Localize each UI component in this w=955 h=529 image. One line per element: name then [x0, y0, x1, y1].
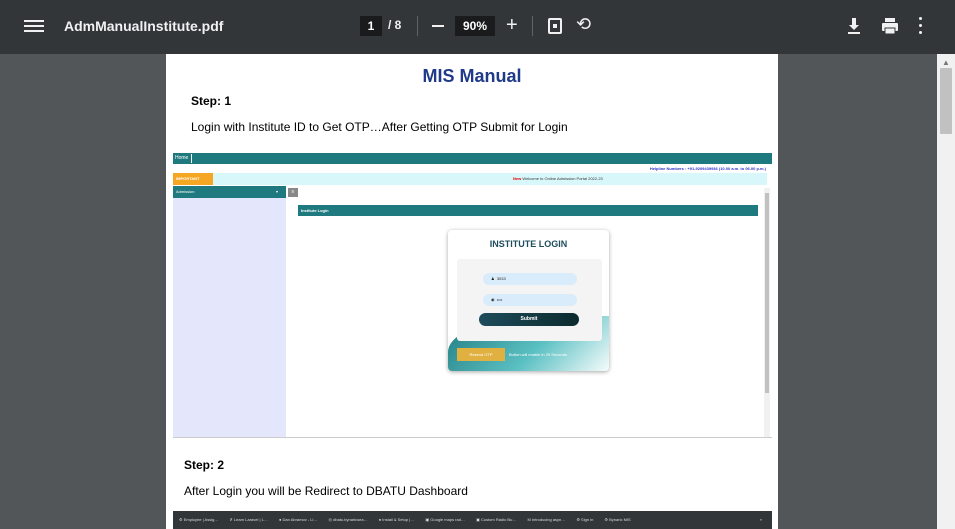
new-badge: New — [513, 176, 522, 181]
bookmark-item: ⚙ Bynaric MIS — [604, 517, 631, 522]
step1-description: Login with Institute ID to Get OTP…After… — [191, 120, 568, 134]
helpline-text: Helpline Numbers : +91-9209439936 (10.00… — [649, 166, 766, 171]
bookmark-item: ▣ Custom Radio Bu… — [476, 517, 517, 522]
login-form: ♟ 3033 ◉ •••• Submit — [457, 259, 602, 341]
scroll-up-icon[interactable]: ▲ — [942, 58, 950, 67]
toolbar-divider — [532, 16, 533, 36]
welcome-message: Welcome to Online Admission Portal 2022-… — [522, 176, 603, 181]
portal-topbar: Home — [173, 153, 772, 164]
bookmark-item: ● Install & Setup |… — [378, 517, 415, 522]
resend-otp-button: Resend OTP — [457, 348, 505, 361]
login-card: INSTITUTE LOGIN ♟ 3033 ◉ •••• Submit Res… — [448, 230, 609, 371]
bookmarks-more-icon: » — [759, 517, 762, 522]
step1-heading: Step: 1 — [191, 94, 232, 108]
rotate-icon[interactable]: ⟲ — [576, 14, 591, 35]
portal-scrollbar — [764, 188, 770, 437]
manual-title: MIS Manual — [422, 66, 522, 86]
admission-menu: Admission ▾ — [173, 186, 286, 198]
bookmarks-bar-screenshot: ⚙ Employee | Assig… ✗ Learn Laravel | L…… — [173, 511, 772, 529]
viewer-scrollbar[interactable]: ▲ — [937, 54, 955, 529]
eye-icon: ◉ — [491, 297, 495, 302]
portal-sidebar: Admission ▾ — [173, 186, 286, 437]
zoom-in-icon[interactable]: + — [506, 13, 518, 37]
bookmark-item: ● Dan Abramov - Li… — [278, 517, 318, 522]
chevron-down-icon: ▾ — [275, 189, 278, 194]
otp-field: ◉ •••• — [483, 294, 577, 306]
download-icon[interactable] — [846, 16, 862, 36]
zoom-input[interactable]: 90% — [455, 16, 495, 36]
institute-id-value: 3033 — [496, 276, 506, 281]
pdf-toolbar: AdmManualInstitute.pdf 1 / 8 90% + ⟲ — [0, 0, 955, 54]
toolbar-divider — [417, 16, 418, 36]
page-number-input[interactable]: 1 — [360, 16, 382, 36]
submit-button: Submit — [479, 313, 579, 326]
fit-to-page-icon[interactable] — [548, 18, 562, 34]
login-screenshot: Home Helpline Numbers : +91-9209439936 (… — [173, 153, 772, 438]
step2-heading: Step: 2 — [184, 458, 225, 472]
announcement-ticker: IMPORTANT New Welcome to Online Admissio… — [173, 173, 767, 185]
bookmark-item: ◎ dbatu.bynaricsea… — [328, 517, 368, 522]
portal-scroll-thumb — [765, 193, 769, 393]
page-total: / 8 — [388, 18, 402, 32]
otp-value: •••• — [496, 297, 503, 302]
menu-icon[interactable] — [24, 17, 44, 37]
bookmark-item: ⚙ Employee | Assig… — [179, 517, 219, 522]
admission-label: Admission — [176, 189, 195, 194]
resend-countdown: Button will enable in 29 Seconds — [509, 352, 567, 357]
welcome-text: New Welcome to Online Admission Portal 2… — [513, 176, 603, 181]
zoom-out-icon[interactable] — [432, 25, 444, 27]
home-link: Home — [175, 154, 193, 163]
bookmark-item: ▣ Google maps rad… — [425, 517, 465, 522]
scroll-thumb[interactable] — [940, 68, 952, 134]
important-badge: IMPORTANT — [173, 173, 213, 185]
sidebar-toggle-icon: ≡ — [288, 188, 298, 197]
document-title: AdmManualInstitute.pdf — [64, 18, 224, 34]
institute-id-field: ♟ 3033 — [483, 273, 577, 285]
pdf-page: MIS Manual Step: 1 Login with Institute … — [166, 54, 778, 529]
institute-login-bar: Institute Login — [298, 205, 758, 216]
bookmark-item: ✗ Learn Laravel | L… — [229, 517, 268, 522]
user-icon: ♟ — [491, 276, 495, 281]
login-card-title: INSTITUTE LOGIN — [489, 239, 568, 249]
bookmark-item: ⚙ Sign in — [576, 517, 594, 522]
print-icon[interactable] — [881, 17, 899, 35]
bookmark-item: M Introducing asyn… — [527, 517, 566, 522]
step2-description: After Login you will be Redirect to DBAT… — [184, 484, 468, 498]
more-options-icon[interactable] — [918, 17, 924, 37]
